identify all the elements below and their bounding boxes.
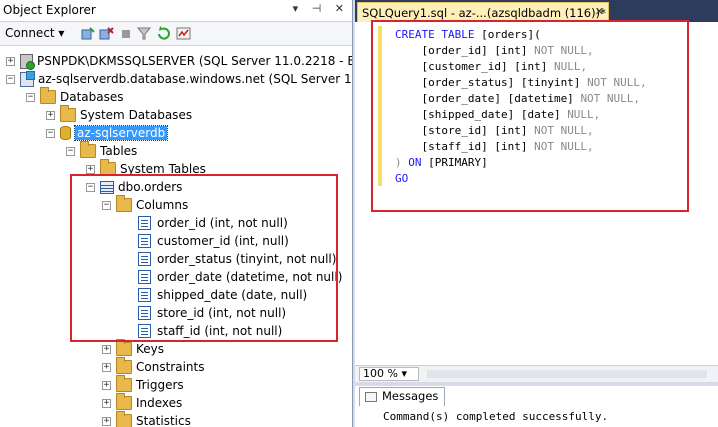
tree-node-keys[interactable]: + Keys	[102, 339, 165, 358]
tree-node-label: Triggers	[136, 378, 184, 392]
expand-icon[interactable]: +	[86, 164, 95, 174]
highlight-box-columns	[70, 174, 338, 342]
tree-node-triggers[interactable]: + Triggers	[102, 375, 184, 394]
expand-icon[interactable]: +	[6, 56, 15, 66]
tree-node-server-local[interactable]: + PSNPDK\DKMSSQLSERVER (SQL Server 11.0.…	[6, 52, 352, 70]
disconnect-icon[interactable]	[98, 26, 114, 41]
stop-icon[interactable]	[118, 26, 134, 41]
expand-icon[interactable]: +	[102, 398, 111, 408]
horizontal-scrollbar[interactable]	[427, 370, 707, 378]
filter-icon[interactable]	[136, 26, 152, 41]
tree-node-statistics[interactable]: + Statistics	[102, 411, 191, 427]
tree-node-server-azure[interactable]: − az-sqlserverdb.database.windows.net (S…	[6, 70, 352, 88]
expand-icon[interactable]: +	[46, 110, 55, 120]
messages-tab-label: Messages	[382, 389, 439, 403]
tree-node-label: Keys	[136, 342, 165, 356]
tree-node-tables[interactable]: − Tables	[66, 141, 138, 160]
tree-node-label-selected: az-sqlserverdb	[73, 125, 169, 141]
folder-icon	[116, 411, 132, 427]
tree-node-label: System Databases	[80, 108, 193, 122]
zoom-dropdown[interactable]: 100 % ▾	[359, 367, 419, 381]
collapse-icon[interactable]: −	[6, 74, 15, 84]
tree-node-constraints[interactable]: + Constraints	[102, 357, 205, 376]
tree-node-databases[interactable]: − Databases	[26, 87, 124, 106]
pane-window-buttons[interactable]: ▾ ⊣ ✕	[293, 2, 349, 15]
azure-server-icon	[20, 70, 35, 87]
database-icon	[60, 126, 71, 140]
connect-button[interactable]: Connect ▾	[5, 26, 64, 40]
object-explorer-titlebar: Object Explorer ▾ ⊣ ✕	[0, 0, 352, 22]
object-explorer-toolbar: Connect ▾	[0, 22, 352, 46]
close-icon[interactable]: ✕	[595, 5, 604, 18]
collapse-icon[interactable]: −	[66, 146, 75, 156]
document-tab-bar: SQLQuery1.sql - az-...(azsqldbadm (116))…	[355, 0, 718, 22]
object-explorer-panel: Object Explorer ▾ ⊣ ✕ Connect ▾ + PSNPDK…	[0, 0, 353, 427]
refresh-icon[interactable]	[156, 26, 172, 41]
expand-icon[interactable]: +	[102, 416, 111, 426]
connect-object-icon[interactable]	[80, 26, 96, 41]
folder-icon	[116, 357, 132, 374]
folder-icon	[60, 105, 76, 122]
activity-monitor-icon[interactable]	[176, 26, 192, 41]
messages-tab[interactable]: Messages	[359, 387, 446, 406]
collapse-icon[interactable]: −	[26, 92, 35, 102]
query-editor-panel: SQLQuery1.sql - az-...(azsqldbadm (116))…	[355, 0, 718, 427]
query-tab[interactable]: SQLQuery1.sql - az-...(azsqldbadm (116))…	[357, 2, 609, 22]
tree-node-label: Indexes	[136, 396, 183, 410]
tree-node-az-sqlserverdb[interactable]: − az-sqlserverdb	[46, 124, 169, 142]
object-explorer-title: Object Explorer	[3, 3, 96, 17]
folder-icon	[116, 393, 132, 410]
tree-node-system-databases[interactable]: + System Databases	[46, 105, 193, 124]
tree-node-indexes[interactable]: + Indexes	[102, 393, 183, 412]
tree-node-label: PSNPDK\DKMSSQLSERVER (SQL Server 11.0.22…	[37, 54, 352, 68]
expand-icon[interactable]: +	[102, 344, 111, 354]
collapse-icon[interactable]: −	[46, 128, 55, 138]
message-text: Command(s) completed successfully.	[383, 410, 609, 423]
folder-icon	[40, 87, 56, 104]
expand-icon[interactable]: +	[102, 380, 111, 390]
folder-icon	[116, 339, 132, 356]
messages-icon	[365, 392, 377, 402]
highlight-box-code	[371, 20, 689, 212]
tree-node-label: Statistics	[136, 414, 191, 427]
folder-icon	[80, 141, 96, 158]
tree-node-label: Databases	[60, 90, 124, 104]
tree-node-label: az-sqlserverdb.database.windows.net (SQL…	[38, 72, 352, 86]
folder-icon	[116, 375, 132, 392]
tree-node-label: Tables	[100, 144, 138, 158]
expand-icon[interactable]: +	[102, 362, 111, 372]
editor-status-strip: 100 % ▾	[355, 365, 718, 382]
server-connected-icon	[20, 53, 35, 70]
messages-pane: Messages Command(s) completed successful…	[355, 386, 718, 427]
query-tab-title: SQLQuery1.sql - az-...(azsqldbadm (116))…	[362, 5, 606, 20]
tree-node-label: Constraints	[136, 360, 205, 374]
